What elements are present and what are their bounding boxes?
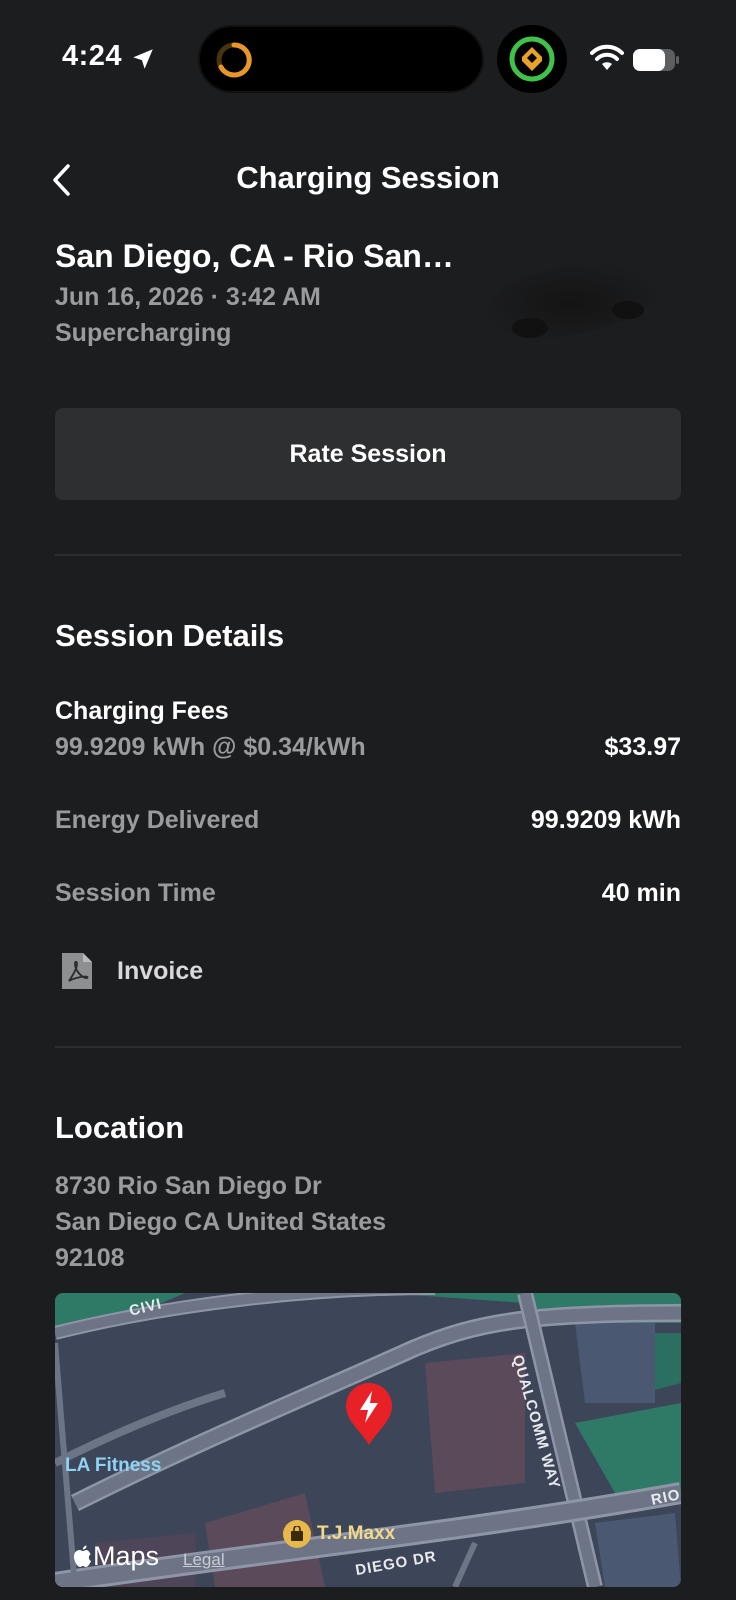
charging-fees-label: Charging Fees (55, 697, 229, 725)
invoice-link[interactable]: Invoice (55, 946, 355, 996)
session-time-label: Session Time (55, 879, 216, 907)
pdf-icon (62, 953, 92, 989)
rivian-app-icon (509, 36, 555, 82)
legal-link[interactable]: Legal (183, 1550, 225, 1570)
page-title: Charging Session (236, 160, 500, 195)
session-date: Jun 16, 2026 · 3:42 AM (55, 283, 321, 311)
poi-label: T.J.Maxx (317, 1523, 396, 1544)
apple-icon (74, 1545, 91, 1567)
status-time: 4:24 (62, 40, 123, 72)
address-line-2: San Diego CA United States (55, 1208, 387, 1236)
charging-fees-detail: 99.9209 kWh @ $0.34/kWh (55, 733, 366, 761)
site-name: San Diego, CA - Rio San… (55, 238, 454, 274)
supercharger-pin-icon[interactable] (343, 1381, 395, 1447)
session-details-title: Session Details (55, 618, 285, 653)
poi-la-fitness[interactable]: LA Fitness (65, 1455, 161, 1477)
shopping-bag-icon (283, 1520, 311, 1548)
divider (55, 554, 681, 556)
maps-brand: Maps (93, 1541, 160, 1571)
activity-ring-icon (216, 42, 252, 78)
address-line-1: 8730 Rio San Diego Dr (55, 1172, 322, 1200)
invoice-label: Invoice (117, 956, 204, 985)
wifi-icon (590, 44, 624, 70)
charging-fees-value: $33.97 (604, 733, 681, 761)
vehicle-image (488, 259, 657, 339)
dynamic-island[interactable] (198, 25, 484, 93)
location-title: Location (55, 1110, 185, 1145)
rate-session-button[interactable]: Rate Session (55, 408, 681, 500)
location-map[interactable]: CIVI QUALCOMM WAY DIEGO DR RIO LA Fitnes… (55, 1293, 681, 1587)
energy-delivered-label: Energy Delivered (55, 806, 260, 834)
poi-tjmaxx[interactable]: T.J.Maxx (283, 1520, 395, 1548)
session-type: Supercharging (55, 319, 232, 347)
apple-maps-logo: Maps (73, 1541, 159, 1572)
location-arrow-icon (133, 49, 153, 69)
session-time-value: 40 min (601, 879, 681, 907)
battery-icon (633, 49, 679, 71)
energy-delivered-value: 99.9209 kWh (530, 806, 681, 834)
divider (55, 1046, 681, 1048)
live-activity-bubble[interactable] (497, 25, 567, 93)
address-line-3: 92108 (55, 1244, 125, 1272)
